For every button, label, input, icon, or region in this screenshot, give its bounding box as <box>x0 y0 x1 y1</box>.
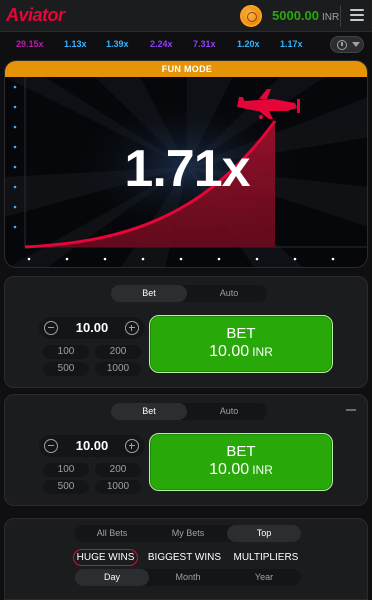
quick-amount-button[interactable]: 500 <box>43 480 89 494</box>
bets-panel: All Bets My Bets Top HUGE WINS BIGGEST W… <box>4 518 368 600</box>
bet-panel-2: Bet Auto 10.00 100 200 500 1000 BET 10.0… <box>4 394 368 506</box>
aviator-app: Aviator 5000.00 INR 29.15x 1.13x 1.39x 2.… <box>0 0 372 600</box>
quick-amount-button[interactable]: 1000 <box>95 480 141 494</box>
header-divider <box>340 5 341 27</box>
history-item: 1.13x <box>64 39 87 49</box>
plus-icon[interactable] <box>125 439 139 453</box>
bet-mode-switch: Bet Auto <box>111 285 267 302</box>
tab-bet[interactable]: Bet <box>111 285 187 302</box>
history-item: 1.20x <box>237 39 260 49</box>
balance-amount: 5000.00 <box>272 8 319 23</box>
history-item: 7.31x <box>193 39 216 49</box>
bet-button-label: BET <box>226 443 256 460</box>
history-item: 2.24x <box>150 39 173 49</box>
quick-amount-button[interactable]: 500 <box>43 362 89 376</box>
bet-mode-switch: Bet Auto <box>111 403 267 420</box>
bet-amount-value[interactable]: 10.00 <box>61 320 123 335</box>
period-day[interactable]: Day <box>75 569 149 586</box>
period-tabs: Day Month Year <box>75 569 301 586</box>
tab-my-bets[interactable]: My Bets <box>151 525 225 542</box>
balance-currency: INR <box>322 12 340 23</box>
quick-amount-button[interactable]: 1000 <box>95 362 141 376</box>
game-canvas: FUN MODE 1.71x <box>4 60 368 268</box>
quick-amount-button[interactable]: 100 <box>43 345 89 359</box>
tab-bet[interactable]: Bet <box>111 403 187 420</box>
period-month[interactable]: Month <box>151 569 225 586</box>
balance: 5000.00 INR <box>272 8 339 23</box>
bet-button-amount: 10.00 INR <box>209 461 273 478</box>
menu-icon[interactable] <box>350 9 364 21</box>
minus-icon[interactable] <box>44 439 58 453</box>
period-year[interactable]: Year <box>227 569 301 586</box>
bet-amount-stepper: 10.00 <box>39 317 145 339</box>
quick-amount-button[interactable]: 200 <box>95 345 141 359</box>
tab-auto[interactable]: Auto <box>191 403 267 420</box>
category-multipliers[interactable]: MULTIPLIERS <box>231 550 302 565</box>
remove-panel-icon[interactable] <box>346 409 356 411</box>
aviator-logo: Aviator <box>6 5 65 25</box>
bet-button[interactable]: BET 10.00 INR <box>149 315 333 373</box>
category-huge-wins[interactable]: HUGE WINS <box>72 549 139 566</box>
bets-tabs: All Bets My Bets Top <box>75 525 301 542</box>
quick-amount-button[interactable]: 200 <box>95 463 141 477</box>
history-item: 29.15x <box>16 39 44 49</box>
bet-amount-value[interactable]: 10.00 <box>61 438 123 453</box>
tab-top[interactable]: Top <box>227 525 301 542</box>
bet-button[interactable]: BET 10.00 INR <box>149 433 333 491</box>
plus-icon[interactable] <box>125 321 139 335</box>
top-bar: Aviator 5000.00 INR <box>0 0 372 32</box>
current-multiplier: 1.71x <box>124 140 250 198</box>
tab-all-bets[interactable]: All Bets <box>75 525 149 542</box>
multiplier-history: 29.15x 1.13x 1.39x 2.24x 7.31x 1.20x 1.1… <box>0 33 372 57</box>
bet-amount-stepper: 10.00 <box>39 435 145 457</box>
coin-icon <box>240 5 262 27</box>
history-toggle-button[interactable] <box>330 36 364 53</box>
history-item: 1.39x <box>106 39 129 49</box>
tab-auto[interactable]: Auto <box>191 285 267 302</box>
category-biggest-wins[interactable]: BIGGEST WINS <box>145 550 224 565</box>
fun-mode-banner: FUN MODE <box>5 61 367 77</box>
chevron-down-icon <box>352 42 360 47</box>
clock-icon <box>337 40 347 50</box>
minus-icon[interactable] <box>44 321 58 335</box>
top-categories: HUGE WINS BIGGEST WINS MULTIPLIERS <box>5 547 369 566</box>
bet-button-label: BET <box>226 325 256 342</box>
bet-button-amount: 10.00 INR <box>209 343 273 360</box>
history-item: 1.17x <box>280 39 303 49</box>
bet-panel-1: Bet Auto 10.00 100 200 500 1000 BET 10.0… <box>4 276 368 388</box>
quick-amount-button[interactable]: 100 <box>43 463 89 477</box>
